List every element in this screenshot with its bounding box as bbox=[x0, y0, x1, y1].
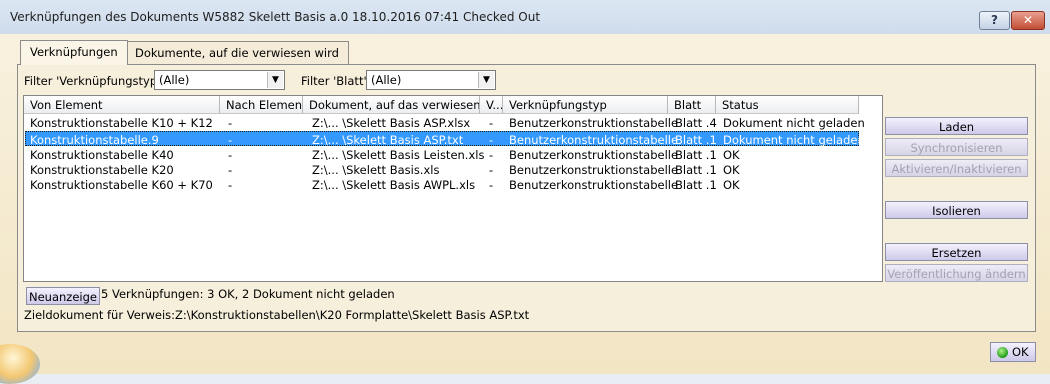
cell-dokument: Z:\... \Skelett Basis AWPL.xls bbox=[312, 178, 476, 192]
chevron-down-icon: ▼ bbox=[478, 72, 494, 88]
cell-dokument: Z:\... \Skelett Basis.xls bbox=[312, 163, 440, 177]
column-header-verknuepfungstyp[interactable]: Verknüpfungstyp bbox=[503, 96, 668, 114]
window-title: Verknüpfungen des Dokuments W5882 Skelet… bbox=[10, 10, 541, 24]
cell-blatt: Blatt .1 bbox=[675, 148, 717, 162]
cell-blatt: Blatt .4 bbox=[675, 116, 717, 130]
isolieren-button[interactable]: Isolieren bbox=[885, 201, 1028, 219]
veroeffentlichung-aendern-button[interactable]: Veröffentlichung ändern bbox=[885, 264, 1028, 282]
cell-status: OK bbox=[723, 163, 740, 177]
cell-dokument: Z:\... \Skelett Basis ASP.xlsx bbox=[312, 116, 471, 130]
summary-text: 5 Verknüpfungen: 3 OK, 2 Dokument nicht … bbox=[101, 287, 395, 301]
cell-v: - bbox=[489, 116, 494, 130]
tab-verknuepfungen[interactable]: Verknüpfungen bbox=[20, 40, 128, 65]
cell-von-element: Konstruktionstabelle.9 bbox=[30, 133, 159, 147]
cell-dokument: Z:\... \Skelett Basis Leisten.xls bbox=[312, 148, 485, 162]
cell-von-element: Konstruktionstabelle K20 bbox=[30, 163, 174, 177]
filter-type-label: Filter 'Verknüpfungstyp': bbox=[24, 74, 165, 88]
cell-blatt: Blatt .1 bbox=[675, 163, 717, 177]
cell-nach-element: - bbox=[228, 133, 233, 147]
filter-sheet-label: Filter 'Blatt': bbox=[301, 74, 371, 88]
table-row[interactable]: Konstruktionstabelle K40 - Z:\... \Skele… bbox=[25, 147, 859, 162]
cell-blatt: Blatt .1 bbox=[675, 178, 717, 192]
table-row[interactable]: Konstruktionstabelle K10 + K12 - Z:\... … bbox=[25, 115, 865, 130]
table-row[interactable]: Konstruktionstabelle K20 - Z:\... \Skele… bbox=[25, 162, 859, 177]
cell-verknuepfungstyp: Benutzerkonstruktionstabelle bbox=[509, 163, 679, 177]
cell-status: OK bbox=[723, 148, 740, 162]
cell-nach-element: - bbox=[228, 178, 233, 192]
cell-status: Dokument nicht geladen bbox=[723, 116, 865, 130]
title-bar: Verknüpfungen des Dokuments W5882 Skelet… bbox=[0, 0, 1050, 35]
cell-von-element: Konstruktionstabelle K40 bbox=[30, 148, 174, 162]
cell-status: Dokument nicht geladen bbox=[723, 133, 865, 147]
aktivieren-inaktivieren-button[interactable]: Aktivieren/Inaktivieren bbox=[885, 159, 1028, 177]
links-table[interactable]: Von Element Nach Element Dokument, auf d… bbox=[23, 95, 883, 282]
cell-nach-element: - bbox=[228, 116, 233, 130]
tab-referenced-documents[interactable]: Dokumente, auf die verwiesen wird bbox=[125, 41, 349, 64]
filter-type-value: (Alle) bbox=[159, 73, 190, 87]
column-header-dokument[interactable]: Dokument, auf das verwiesen... bbox=[303, 96, 480, 114]
filter-sheet-value: (Alle) bbox=[371, 73, 402, 87]
column-header-status[interactable]: Status bbox=[716, 96, 859, 114]
column-header-nach-element[interactable]: Nach Element bbox=[220, 96, 303, 114]
table-row-selected[interactable]: Konstruktionstabelle.9 - Z:\... \Skelett… bbox=[25, 131, 865, 147]
cell-v: - bbox=[489, 178, 494, 192]
close-button[interactable]: ✕ bbox=[1011, 11, 1045, 30]
ok-label: OK bbox=[1012, 345, 1029, 359]
cell-v: - bbox=[489, 163, 494, 177]
cell-nach-element: - bbox=[228, 163, 233, 177]
cell-v: - bbox=[489, 148, 494, 162]
column-header-v[interactable]: V... bbox=[480, 96, 503, 114]
ersetzen-button[interactable]: Ersetzen bbox=[885, 243, 1028, 261]
filter-sheet-select[interactable]: (Alle) ▼ bbox=[366, 70, 496, 90]
cell-von-element: Konstruktionstabelle K60 + K70 bbox=[30, 178, 213, 192]
cell-von-element: Konstruktionstabelle K10 + K12 bbox=[30, 116, 213, 130]
column-header-von-element[interactable]: Von Element bbox=[24, 96, 220, 114]
column-header-blatt[interactable]: Blatt bbox=[668, 96, 716, 114]
cell-verknuepfungstyp: Benutzerkonstruktionstabelle bbox=[509, 116, 679, 130]
cell-status: OK bbox=[723, 178, 740, 192]
ok-button[interactable]: OK bbox=[990, 342, 1036, 362]
neuanzeige-button[interactable]: Neuanzeige bbox=[26, 287, 100, 305]
cell-blatt: Blatt .1 bbox=[675, 133, 717, 147]
cell-verknuepfungstyp: Benutzerkonstruktionstabelle bbox=[509, 148, 679, 162]
cell-verknuepfungstyp: Benutzerkonstruktionstabelle bbox=[509, 133, 679, 147]
help-button[interactable]: ? bbox=[979, 11, 1010, 30]
synchronisieren-button[interactable]: Synchronisieren bbox=[885, 138, 1028, 156]
cell-dokument: Z:\... \Skelett Basis ASP.txt bbox=[312, 133, 464, 147]
cell-v: - bbox=[489, 133, 494, 147]
ok-status-icon bbox=[997, 347, 1008, 358]
target-document-text: Zieldokument für Verweis:Z:\Konstruktion… bbox=[24, 308, 530, 322]
chevron-down-icon: ▼ bbox=[267, 72, 283, 88]
cell-verknuepfungstyp: Benutzerkonstruktionstabelle bbox=[509, 178, 679, 192]
filter-type-select[interactable]: (Alle) ▼ bbox=[154, 70, 285, 90]
laden-button[interactable]: Laden bbox=[885, 117, 1028, 135]
table-row[interactable]: Konstruktionstabelle K60 + K70 - Z:\... … bbox=[25, 177, 859, 192]
cell-nach-element: - bbox=[228, 148, 233, 162]
